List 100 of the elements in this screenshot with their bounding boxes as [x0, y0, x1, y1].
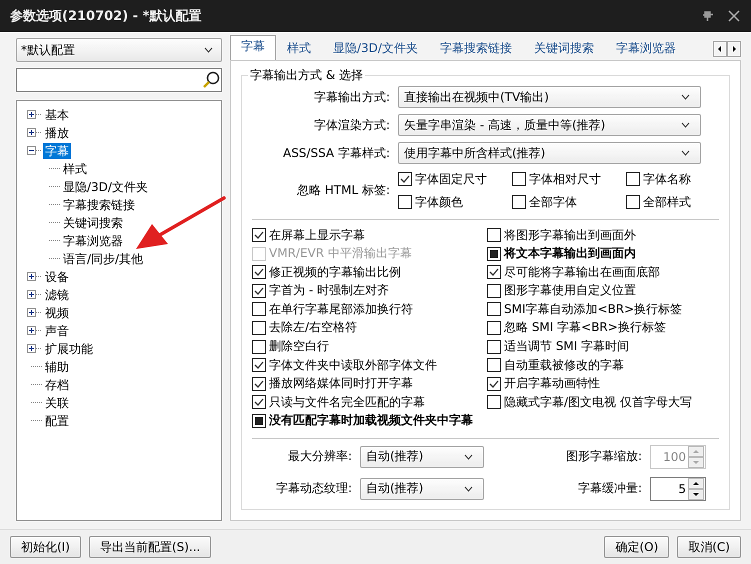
checkbox-option[interactable]: 播放网络媒体同时打开字幕: [252, 374, 487, 393]
tree-item[interactable]: 声音: [43, 323, 71, 339]
checkbox-icon[interactable]: [487, 320, 501, 335]
tree-item[interactable]: 设备: [43, 269, 71, 285]
checkbox-option[interactable]: 适当调节 SMI 字幕时间: [487, 338, 719, 356]
tab[interactable]: 显隐/3D/文件夹: [322, 37, 429, 60]
tree-item[interactable]: 字幕浏览器: [61, 233, 125, 249]
checkbox-option[interactable]: 全部样式: [626, 193, 701, 211]
checkbox-option[interactable]: 去除左/右空格符: [252, 318, 487, 337]
dropdown[interactable]: 自动(推荐): [360, 478, 484, 500]
checkbox-option[interactable]: 开启字幕动画特性: [487, 374, 719, 393]
checkbox-option[interactable]: 忽略 SMI 字幕<BR>换行标签: [487, 318, 719, 337]
checkbox-icon[interactable]: [487, 265, 501, 280]
checkbox-option[interactable]: 字体颜色: [398, 193, 512, 211]
tree-item[interactable]: 播放: [43, 125, 71, 141]
expand-icon[interactable]: [27, 344, 43, 354]
scroll-right-icon[interactable]: [727, 41, 741, 57]
checkbox-icon[interactable]: [512, 172, 526, 186]
checkbox-icon[interactable]: [252, 395, 266, 410]
checkbox-option[interactable]: 将图形字幕输出到画面外: [487, 226, 719, 244]
checkbox-icon[interactable]: [512, 195, 526, 209]
checkbox-icon[interactable]: [487, 376, 501, 391]
checkbox-icon[interactable]: [398, 195, 412, 209]
checkbox-icon[interactable]: [487, 340, 501, 354]
checkbox-option[interactable]: 在屏幕上显示字幕: [252, 226, 487, 244]
expand-icon[interactable]: [27, 290, 43, 300]
tree-item[interactable]: 存档: [43, 377, 71, 393]
footer-button[interactable]: 确定(O): [604, 536, 670, 558]
tree-item[interactable]: 关键词搜索: [61, 215, 125, 231]
expand-icon[interactable]: [27, 128, 43, 138]
checkbox-icon[interactable]: [252, 302, 266, 316]
checkbox-icon[interactable]: [626, 195, 640, 209]
checkbox-option[interactable]: 将文本字幕输出到画面内: [487, 244, 719, 263]
checkbox-option[interactable]: 字体相对尺寸: [512, 170, 626, 188]
tree-item[interactable]: 配置: [43, 413, 71, 429]
tab[interactable]: 字幕浏览器: [604, 37, 687, 60]
tree-item[interactable]: 样式: [61, 161, 89, 177]
expand-icon[interactable]: [27, 110, 43, 120]
checkbox-option[interactable]: 只读与文件名完全匹配的字幕: [252, 393, 487, 412]
tree-item[interactable]: 基本: [43, 107, 71, 123]
checkbox-icon[interactable]: [252, 358, 266, 372]
checkbox-icon[interactable]: [252, 320, 266, 335]
checkbox-option[interactable]: 字首为 - 时强制左对齐: [252, 282, 487, 300]
number-spinner[interactable]: 5: [650, 476, 706, 501]
search-field[interactable]: [16, 68, 222, 92]
dropdown[interactable]: 直接输出在视频中(TV输出): [398, 86, 701, 108]
profile-dropdown[interactable]: *默认配置: [16, 38, 222, 62]
checkbox-option[interactable]: 字体固定尺寸: [398, 170, 512, 188]
search-icon[interactable]: [201, 70, 221, 90]
tree-item[interactable]: 语言/同步/其他: [61, 251, 146, 267]
checkbox-icon[interactable]: [626, 172, 640, 186]
checkbox-icon[interactable]: [487, 228, 501, 242]
expand-icon[interactable]: [27, 326, 43, 336]
dropdown[interactable]: 自动(推荐): [360, 446, 484, 468]
checkbox-option[interactable]: 删除空白行: [252, 338, 487, 356]
pin-icon[interactable]: [701, 9, 715, 23]
checkbox-option[interactable]: 尽可能将字幕输出在画面底部: [487, 263, 719, 282]
checkbox-option[interactable]: 字体名称: [626, 170, 701, 188]
tree-item[interactable]: 辅助: [43, 359, 71, 375]
checkbox-option[interactable]: SMI字幕自动添加<BR>换行标签: [487, 300, 719, 318]
tree-item[interactable]: 字幕搜索链接: [61, 197, 137, 213]
checkbox-icon[interactable]: [252, 376, 266, 391]
dropdown[interactable]: 矢量字串渲染 - 高速，质量中等(推荐): [398, 114, 701, 136]
checkbox-icon[interactable]: [487, 246, 501, 261]
checkbox-icon[interactable]: [252, 228, 266, 242]
tree-item[interactable]: 显隐/3D/文件夹: [61, 179, 150, 195]
tab[interactable]: 字幕: [230, 35, 276, 60]
tree-item[interactable]: 关联: [43, 395, 71, 411]
expand-icon[interactable]: [27, 308, 43, 318]
checkbox-option[interactable]: 隐藏式字幕/图文电视 仅首字母大写: [487, 393, 719, 412]
checkbox-option[interactable]: 图形字幕使用自定义位置: [487, 282, 719, 300]
checkbox-icon[interactable]: [398, 172, 412, 186]
checkbox-option[interactable]: 全部字体: [512, 193, 626, 211]
footer-button[interactable]: 取消(C): [677, 536, 741, 558]
tab[interactable]: 样式: [276, 37, 322, 60]
checkbox-option[interactable]: 没有匹配字幕时加载视频文件夹中字幕: [252, 412, 719, 430]
checkbox-option[interactable]: 修正视频的字幕输出比例: [252, 263, 487, 282]
tree-item[interactable]: 扩展功能: [43, 341, 95, 357]
expand-icon[interactable]: [27, 272, 43, 282]
tree-item[interactable]: 视频: [43, 305, 71, 321]
checkbox-icon[interactable]: [252, 265, 266, 280]
checkbox-icon[interactable]: [252, 284, 266, 298]
tree-item[interactable]: 滤镜: [43, 287, 71, 303]
tab[interactable]: 关键词搜索: [522, 37, 605, 60]
dropdown[interactable]: 使用字幕中所含样式(推荐): [398, 142, 701, 164]
footer-button[interactable]: 导出当前配置(S)...: [88, 536, 212, 558]
tab[interactable]: 字幕搜索链接: [428, 37, 523, 60]
checkbox-icon[interactable]: [487, 284, 501, 298]
checkbox-icon[interactable]: [252, 340, 266, 354]
tree-item[interactable]: 字幕: [43, 143, 71, 159]
checkbox-icon[interactable]: [252, 414, 266, 428]
checkbox-option[interactable]: 在单行字幕尾部添加换行符: [252, 300, 487, 318]
scroll-left-icon[interactable]: [713, 41, 727, 57]
footer-button[interactable]: 初始化(I): [10, 536, 81, 558]
checkbox-icon[interactable]: [487, 302, 501, 316]
close-icon[interactable]: [727, 9, 741, 23]
spinner-arrows-icon[interactable]: [688, 478, 704, 500]
checkbox-option[interactable]: 自动重载被修改的字幕: [487, 356, 719, 374]
checkbox-option[interactable]: 字体文件夹中读取外部字体文件: [252, 356, 487, 374]
collapse-icon[interactable]: [27, 146, 43, 156]
